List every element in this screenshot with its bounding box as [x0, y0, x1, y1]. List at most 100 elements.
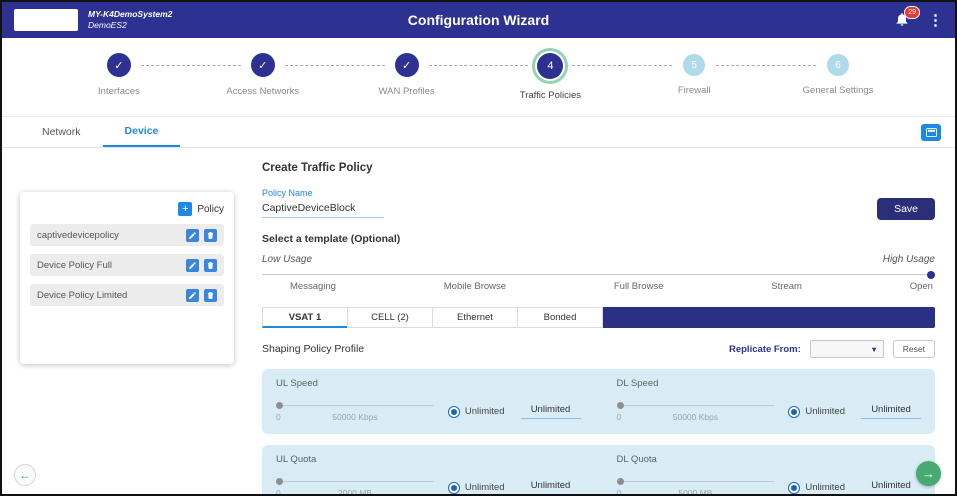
ul-speed-value[interactable]: Unlimited	[521, 404, 581, 419]
low-usage-label: Low Usage	[262, 254, 312, 265]
open-window-icon[interactable]	[921, 124, 941, 141]
step-label: General Settings	[803, 85, 874, 96]
radio-selected-icon	[788, 482, 800, 494]
step-number[interactable]: 5	[683, 54, 705, 76]
policy-list-card: + Policy captivedevicepolicy Device Poli…	[20, 192, 234, 364]
slider-max: 5000 MB	[617, 488, 775, 494]
back-button[interactable]: ←	[14, 464, 36, 486]
slider-handle[interactable]	[617, 478, 624, 485]
check-icon[interactable]: ✓	[107, 53, 131, 77]
usage-range-labels: Low Usage High Usage	[262, 254, 935, 265]
overflow-menu-icon[interactable]: ⋮	[928, 11, 943, 29]
slider-handle[interactable]	[276, 478, 283, 485]
header-actions: 29 ⋮	[894, 11, 943, 29]
step-label: Traffic Policies	[520, 90, 581, 101]
step-number[interactable]: 4	[537, 53, 563, 79]
main-content: + Policy captivedevicepolicy Device Poli…	[2, 148, 955, 494]
tick-stream[interactable]: Stream	[771, 281, 802, 292]
template-slider-handle[interactable]	[927, 271, 935, 279]
dl-speed-value[interactable]: Unlimited	[861, 404, 921, 419]
tab-vsat1[interactable]: VSAT 1	[262, 307, 347, 328]
interface-profile-tabs: VSAT 1 CELL (2) Ethernet Bonded	[262, 307, 935, 328]
slider-handle[interactable]	[617, 402, 624, 409]
ul-quota-slider[interactable]: 0 2000 MB	[276, 476, 434, 494]
app-header: MY-K4DemoSystem2 DemoES2 Configuration W…	[2, 2, 955, 38]
check-icon[interactable]: ✓	[251, 53, 275, 77]
policy-name: Device Policy Limited	[37, 290, 181, 301]
tick-full-browse[interactable]: Full Browse	[614, 281, 664, 292]
dl-speed-slider[interactable]: 0 50000 Kbps	[617, 400, 775, 423]
tab-network[interactable]: Network	[20, 117, 103, 147]
plus-icon: +	[178, 202, 192, 216]
quota-panel: UL Quota 0 2000 MB Unlimited	[262, 445, 935, 494]
slider-handle[interactable]	[276, 402, 283, 409]
dl-quota-value[interactable]: Unlimited	[861, 480, 921, 494]
system-name-line1: MY-K4DemoSystem2	[88, 9, 172, 20]
reset-button[interactable]: Reset	[893, 340, 935, 358]
add-policy-button[interactable]: + Policy	[30, 202, 224, 216]
back-arrow-icon: ←	[19, 468, 31, 482]
notification-count-badge: 29	[904, 6, 920, 19]
next-button[interactable]: →	[916, 461, 941, 486]
system-name-line2: DemoES2	[88, 20, 172, 31]
policy-name-input[interactable]	[262, 198, 384, 218]
tick-open[interactable]: Open	[910, 281, 933, 292]
delete-icon[interactable]	[204, 259, 217, 272]
ul-speed-slider[interactable]: 0 50000 Kbps	[276, 400, 434, 423]
tab-device[interactable]: Device	[103, 117, 181, 147]
template-tick-labels: Messaging Mobile Browse Full Browse Stre…	[262, 281, 935, 292]
ul-quota-unlimited-radio[interactable]: Unlimited	[448, 482, 505, 494]
ul-speed-unlimited-radio[interactable]: Unlimited	[448, 406, 505, 418]
dl-quota-label: DL Quota	[617, 454, 922, 465]
slider-track	[276, 481, 434, 482]
tab-cell[interactable]: CELL (2)	[347, 307, 432, 328]
policy-list-item[interactable]: Device Policy Limited	[30, 284, 224, 306]
policy-name: captivedevicepolicy	[37, 230, 181, 241]
step-label: Access Networks	[226, 86, 299, 97]
dl-quota-unlimited-radio[interactable]: Unlimited	[788, 482, 845, 494]
replicate-from-select[interactable]: ▼	[810, 340, 884, 358]
form-title: Create Traffic Policy	[262, 162, 935, 174]
step-firewall: 5 Firewall	[622, 53, 766, 116]
slider-track	[276, 405, 434, 406]
edit-icon[interactable]	[186, 289, 199, 302]
tab-bonded[interactable]: Bonded	[517, 307, 602, 328]
save-button[interactable]: Save	[877, 198, 935, 220]
slider-track	[617, 481, 775, 482]
dl-speed-field: DL Speed 0 50000 Kbps Unlimited	[617, 378, 922, 423]
notifications-bell-icon[interactable]: 29	[894, 11, 912, 29]
edit-icon[interactable]	[186, 259, 199, 272]
slider-track	[617, 405, 775, 406]
edit-icon[interactable]	[186, 229, 199, 242]
configuration-wizard-window: MY-K4DemoSystem2 DemoES2 Configuration W…	[0, 0, 957, 496]
template-slider-track[interactable]	[262, 274, 935, 275]
dl-speed-unlimited-radio[interactable]: Unlimited	[788, 406, 845, 418]
system-name: MY-K4DemoSystem2 DemoES2	[88, 9, 172, 31]
ul-quota-value[interactable]: Unlimited	[521, 480, 581, 494]
high-usage-label: High Usage	[883, 254, 935, 265]
slider-max: 50000 Kbps	[276, 412, 434, 422]
add-policy-label: Policy	[197, 204, 224, 215]
tick-mobile-browse[interactable]: Mobile Browse	[444, 281, 506, 292]
delete-icon[interactable]	[204, 289, 217, 302]
shaping-title: Shaping Policy Profile	[262, 343, 364, 355]
slider-max: 2000 MB	[276, 488, 434, 494]
radio-selected-icon	[788, 406, 800, 418]
dl-speed-label: DL Speed	[617, 378, 922, 389]
delete-icon[interactable]	[204, 229, 217, 242]
slider-max: 50000 Kbps	[617, 412, 775, 422]
step-number[interactable]: 6	[827, 54, 849, 76]
radio-selected-icon	[448, 482, 460, 494]
policy-list-item[interactable]: Device Policy Full	[30, 254, 224, 276]
step-traffic-policies: 4 Traffic Policies	[478, 53, 622, 116]
policy-list-item[interactable]: captivedevicepolicy	[30, 224, 224, 246]
tab-ethernet[interactable]: Ethernet	[432, 307, 517, 328]
check-icon[interactable]: ✓	[395, 53, 419, 77]
step-general-settings: 6 General Settings	[766, 53, 910, 116]
radio-selected-icon	[448, 406, 460, 418]
ul-speed-field: UL Speed 0 50000 Kbps Unlimited	[276, 378, 581, 423]
dl-quota-slider[interactable]: 0 5000 MB	[617, 476, 775, 494]
tick-messaging[interactable]: Messaging	[290, 281, 336, 292]
step-interfaces: ✓ Interfaces	[47, 53, 191, 116]
step-label: Interfaces	[98, 86, 140, 97]
